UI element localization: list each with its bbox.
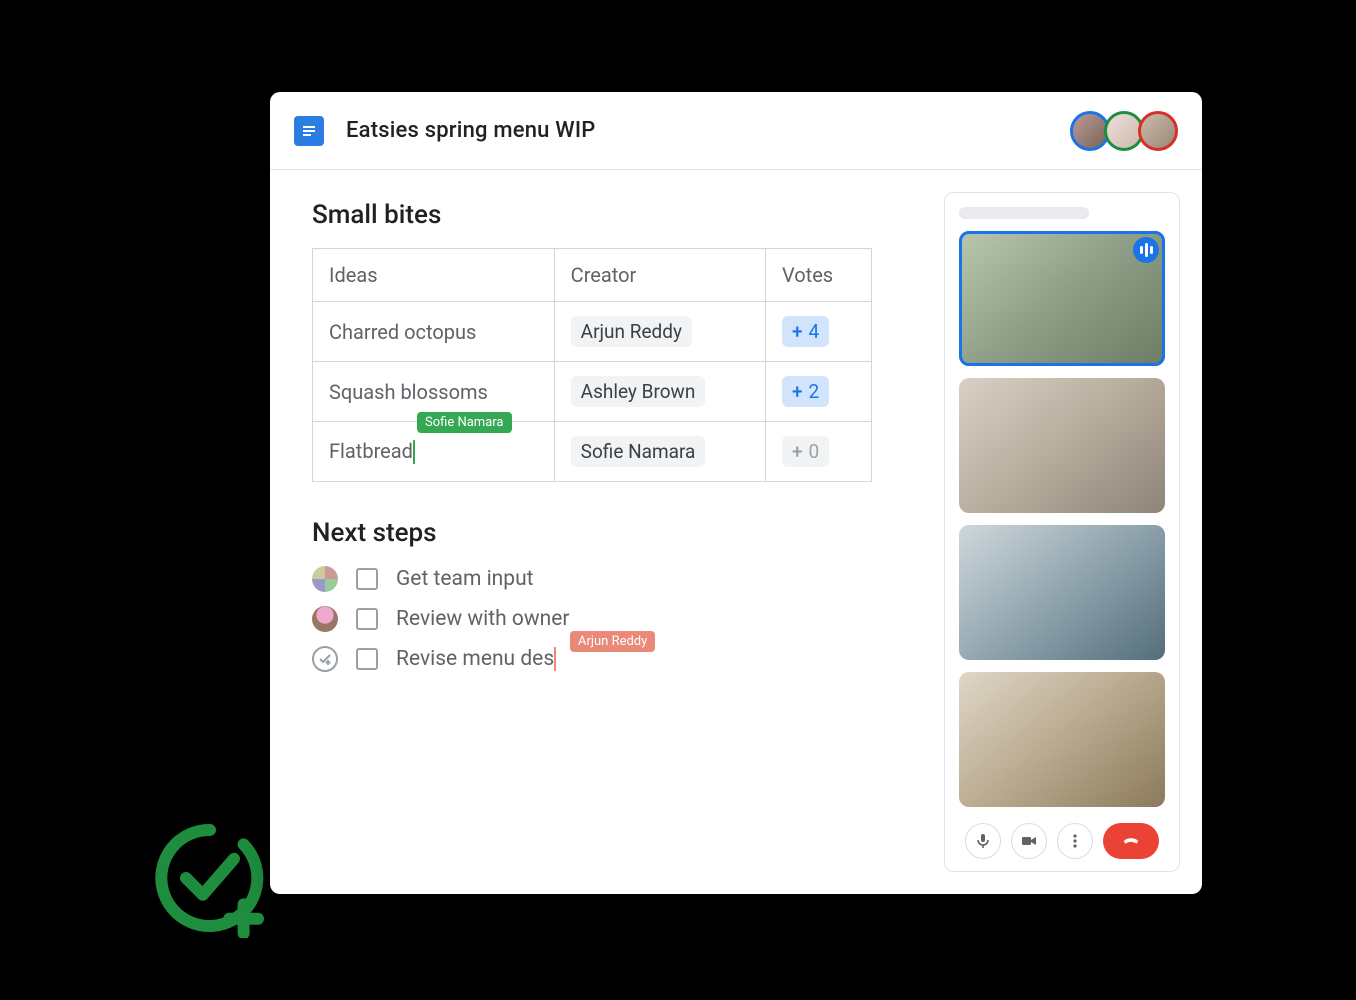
task-text[interactable]: Review with owner — [396, 607, 570, 631]
checklist: Get team input Review with owner — [312, 566, 934, 672]
checkbox[interactable] — [356, 608, 378, 630]
creator-chip[interactable]: Ashley Brown — [571, 376, 706, 407]
meet-title-placeholder — [959, 207, 1089, 219]
video-tile[interactable] — [959, 672, 1165, 807]
video-tile[interactable] — [959, 378, 1165, 513]
table-row: Charred octopus Arjun Reddy +4 — [313, 302, 872, 362]
col-ideas: Ideas — [313, 249, 555, 302]
creator-chip[interactable]: Sofie Namara — [571, 436, 706, 467]
presence-cursor-label: Sofie Namara — [417, 412, 512, 433]
table-row: Flatbread Sofie Namara Sofie Namara +0 — [313, 422, 872, 482]
list-item: Review with owner — [312, 606, 934, 632]
video-tile[interactable] — [959, 525, 1165, 660]
vote-chip[interactable]: +4 — [782, 316, 829, 347]
document-body[interactable]: Small bites Ideas Creator Votes Charred … — [270, 170, 944, 894]
docs-window: Eatsies spring menu WIP Small bites Idea… — [270, 92, 1202, 894]
more-button[interactable] — [1057, 823, 1093, 859]
list-item: Get team input — [312, 566, 934, 592]
phone-hangup-icon — [1120, 830, 1142, 852]
table-row: Squash blossoms Ashley Brown +2 — [313, 362, 872, 422]
meet-panel — [944, 192, 1180, 872]
checkbox[interactable] — [356, 648, 378, 670]
collaborator-avatars — [1076, 111, 1178, 151]
ideas-table: Ideas Creator Votes Charred octopus Arju… — [312, 248, 872, 482]
assign-task-icon[interactable] — [312, 646, 338, 672]
camera-icon — [1021, 833, 1037, 849]
camera-button[interactable] — [1011, 823, 1047, 859]
col-creator: Creator — [554, 249, 765, 302]
header: Eatsies spring menu WIP — [270, 92, 1202, 170]
assignee-team-icon[interactable] — [312, 566, 338, 592]
video-tile[interactable] — [959, 231, 1165, 366]
speaking-indicator-icon — [1133, 237, 1159, 263]
checkmark-plus-icon — [150, 818, 270, 938]
vote-chip[interactable]: +0 — [782, 436, 829, 467]
mic-button[interactable] — [965, 823, 1001, 859]
presence-cursor-label: Arjun Reddy — [570, 631, 655, 652]
checkbox[interactable] — [356, 568, 378, 590]
document-title[interactable]: Eatsies spring menu WIP — [346, 118, 596, 143]
idea-cell[interactable]: Flatbread Sofie Namara — [313, 422, 555, 482]
task-text[interactable]: Get team input — [396, 567, 534, 591]
col-votes: Votes — [765, 249, 871, 302]
idea-cell[interactable]: Charred octopus — [313, 302, 555, 362]
docs-app-icon — [294, 116, 324, 146]
creator-chip[interactable]: Arjun Reddy — [571, 316, 692, 347]
task-text[interactable]: Revise menu des Arjun Reddy — [396, 647, 556, 671]
avatar[interactable] — [1138, 111, 1178, 151]
meet-controls — [959, 823, 1165, 859]
section-heading: Small bites — [312, 200, 934, 230]
hangup-button[interactable] — [1103, 823, 1159, 859]
section-heading: Next steps — [312, 518, 934, 548]
mic-icon — [975, 833, 991, 849]
vote-chip[interactable]: +2 — [782, 376, 829, 407]
more-vertical-icon — [1067, 833, 1083, 849]
list-item: Revise menu des Arjun Reddy — [312, 646, 934, 672]
assignee-avatar-icon[interactable] — [312, 606, 338, 632]
